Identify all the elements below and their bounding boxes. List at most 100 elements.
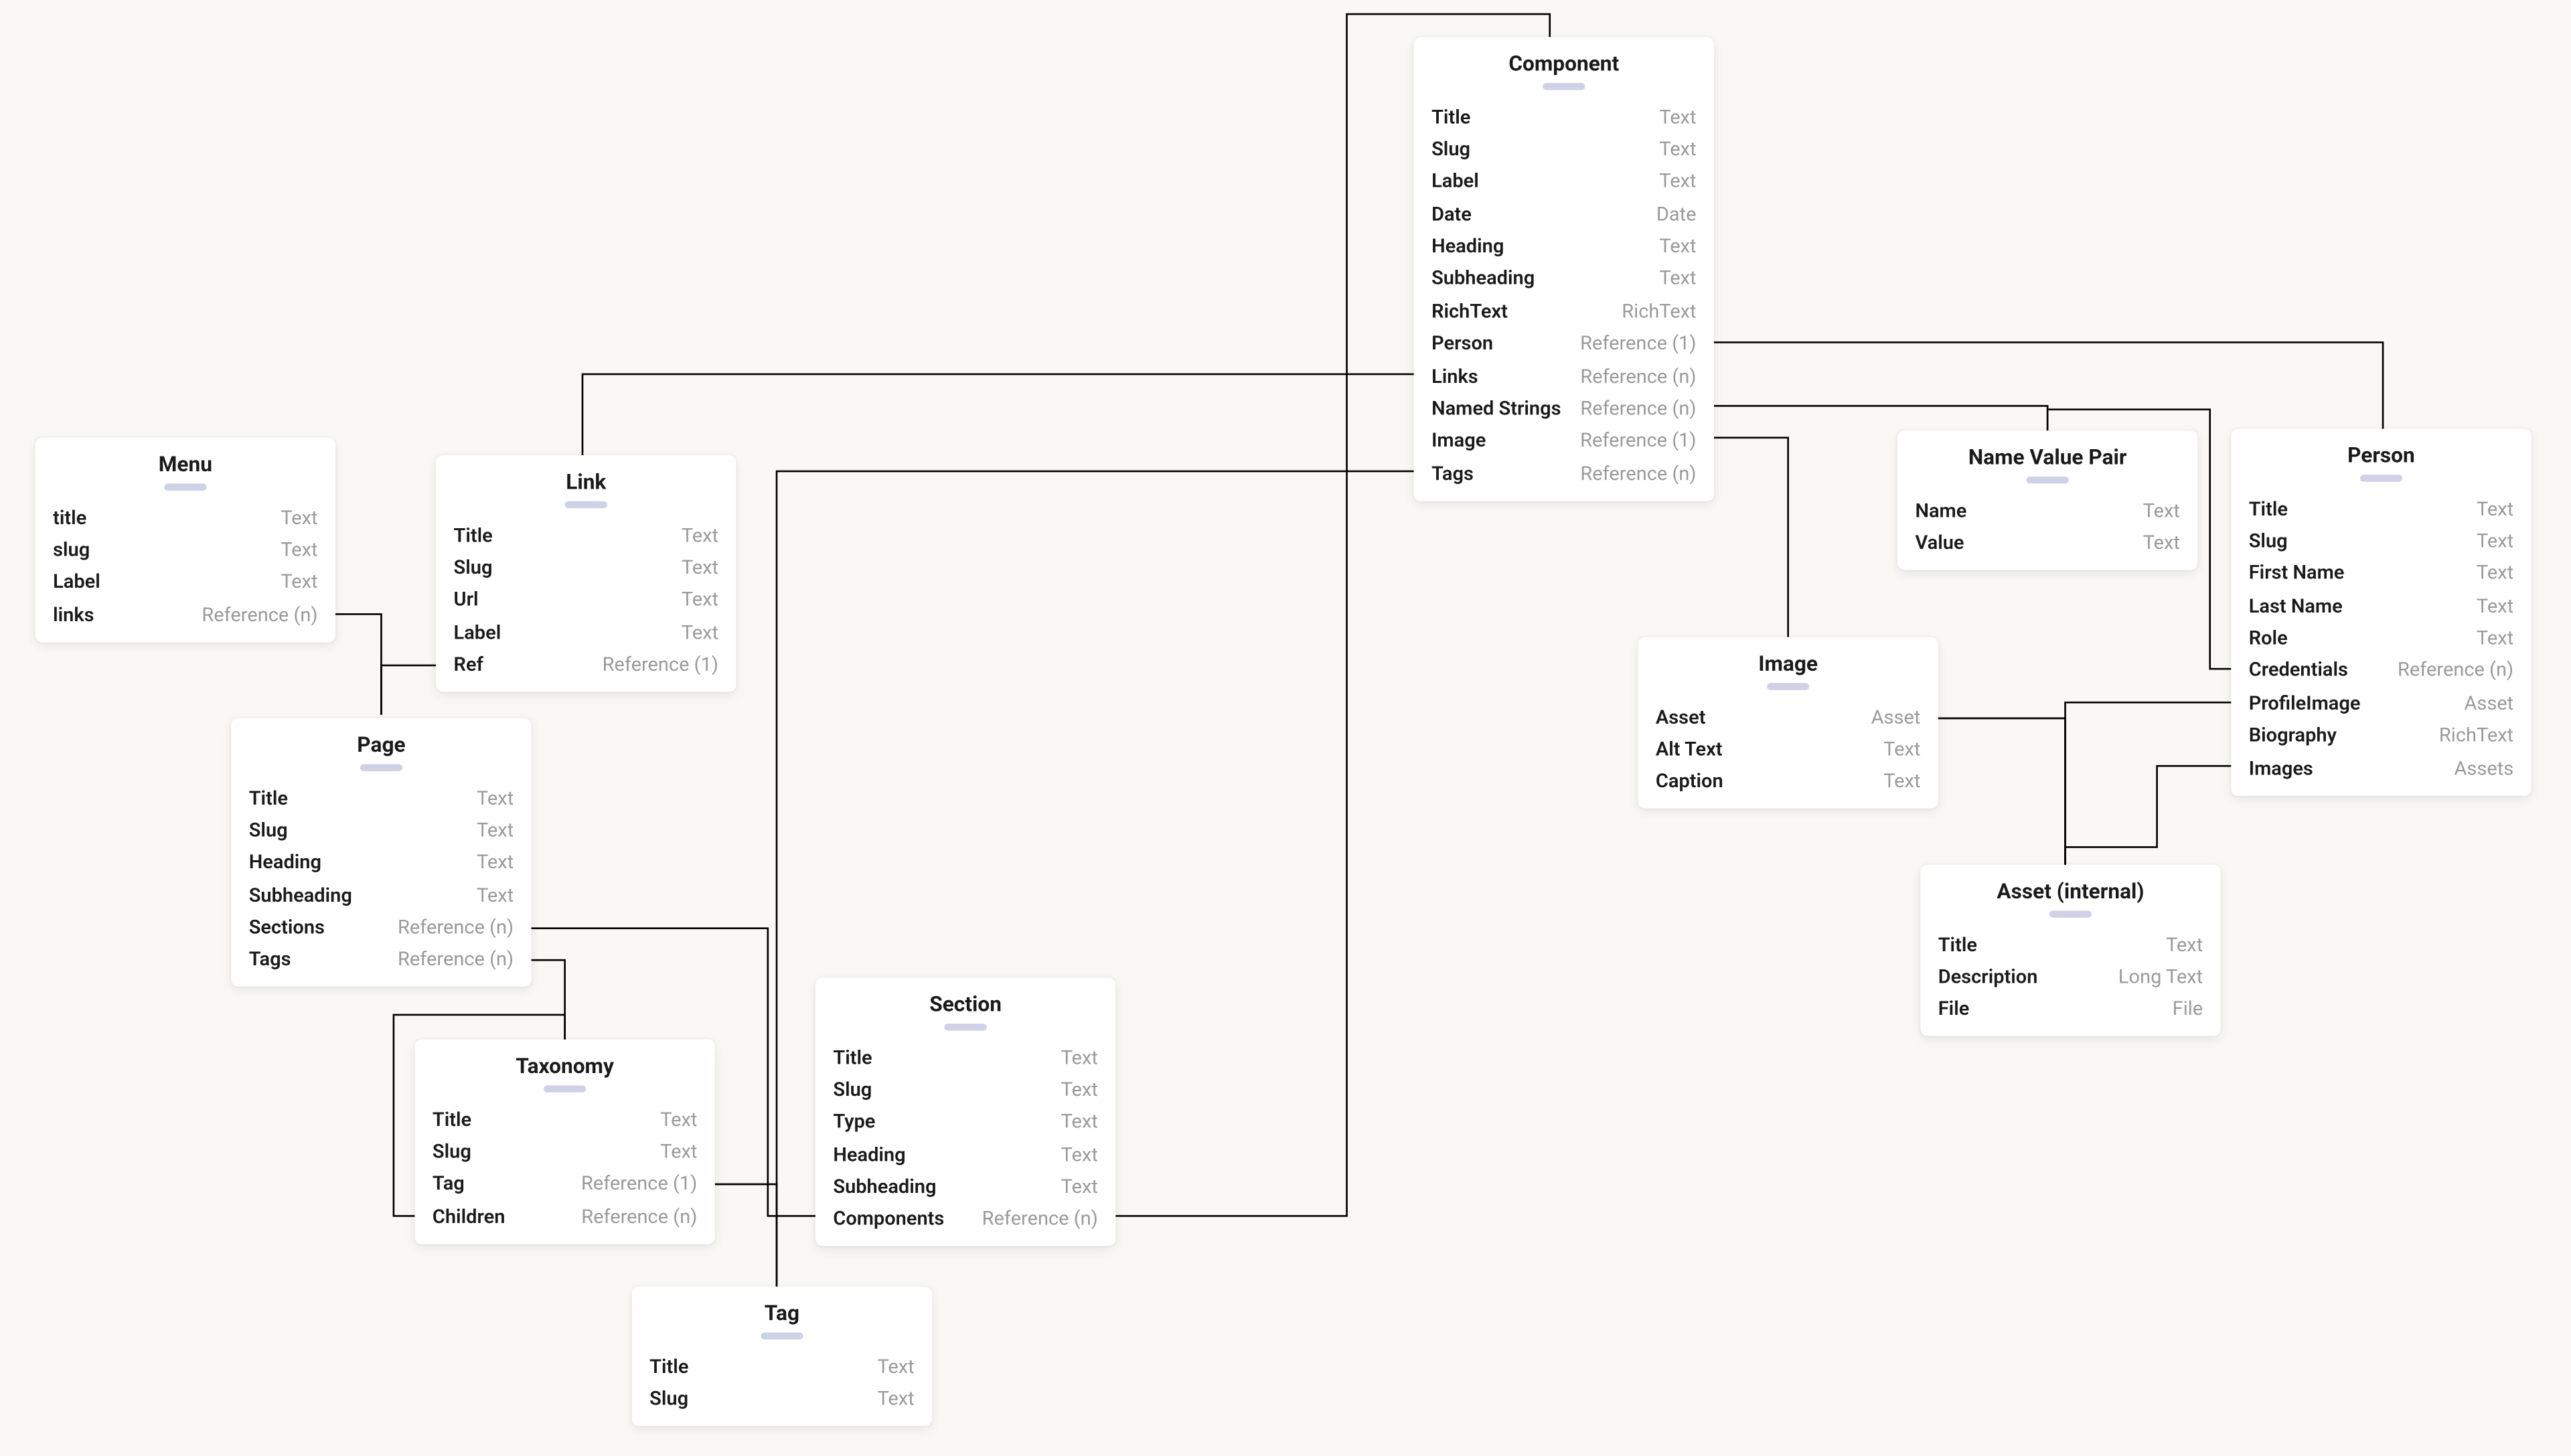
field-row[interactable]: SlugText	[415, 1135, 715, 1167]
field-type: Text	[1659, 136, 1696, 163]
field-row[interactable]: ProfileImageAsset	[2231, 687, 2531, 719]
field-row[interactable]: Alt TextText	[1638, 733, 1938, 765]
field-row[interactable]: SlugText	[1414, 133, 1714, 165]
drag-handle-icon[interactable]	[544, 1085, 586, 1093]
field-row[interactable]: SlugText	[436, 552, 736, 584]
field-row[interactable]: LabelText	[1414, 165, 1714, 197]
field-row[interactable]: AssetAsset	[1638, 701, 1938, 733]
field-row[interactable]: RefReference (1)	[436, 649, 736, 681]
field-row[interactable]: TitleText	[815, 1041, 1115, 1073]
field-type: Long Text	[2118, 963, 2203, 991]
field-row[interactable]: HeadingText	[815, 1139, 1115, 1171]
field-type: Text	[2143, 530, 2180, 557]
entity-asset[interactable]: Asset (internal)TitleTextDescriptionLong…	[1920, 865, 2220, 1036]
field-row[interactable]: CaptionText	[1638, 766, 1938, 798]
drag-handle-icon[interactable]	[761, 1332, 803, 1340]
field-row[interactable]: TitleText	[1414, 100, 1714, 133]
field-row[interactable]: TitleText	[415, 1103, 715, 1135]
field-row[interactable]: CredentialsReference (n)	[2231, 655, 2531, 687]
field-name: Image	[1431, 428, 1486, 455]
field-row[interactable]: TitleText	[632, 1350, 932, 1382]
field-name: Role	[2249, 625, 2288, 652]
field-row[interactable]: SubheadingText	[815, 1171, 1115, 1203]
field-row[interactable]: LabelText	[436, 617, 736, 649]
field-name: Last Name	[2249, 592, 2343, 620]
drag-handle-icon[interactable]	[944, 1024, 986, 1031]
field-row[interactable]: SectionsReference (n)	[231, 912, 531, 944]
field-row[interactable]: TagsReference (n)	[231, 944, 531, 976]
field-row[interactable]: ValueText	[1897, 527, 2197, 559]
field-name: Ref	[454, 651, 483, 679]
field-row[interactable]: LinksReference (n)	[1414, 360, 1714, 392]
field-name: title	[53, 504, 86, 532]
field-row[interactable]: ChildrenReference (n)	[415, 1200, 715, 1232]
field-row[interactable]: SlugText	[632, 1382, 932, 1414]
field-type: Reference (n)	[202, 601, 317, 629]
drag-handle-icon[interactable]	[565, 501, 607, 509]
field-row[interactable]: ImagesAssets	[2231, 752, 2531, 784]
field-row[interactable]: SlugText	[2231, 525, 2531, 557]
drag-handle-icon[interactable]	[2049, 910, 2092, 918]
edge-image-asset-asset	[1938, 718, 2066, 865]
field-row[interactable]: SlugText	[231, 814, 531, 846]
field-row[interactable]: First NameText	[2231, 558, 2531, 590]
entity-taxonomy[interactable]: TaxonomyTitleTextSlugTextTagReference (1…	[415, 1040, 715, 1244]
field-name: Slug	[433, 1138, 471, 1165]
field-row[interactable]: title Text	[35, 501, 335, 534]
field-row[interactable]: DescriptionLong Text	[1920, 961, 2220, 993]
field-row[interactable]: TypeText	[815, 1106, 1115, 1138]
field-row[interactable]: PersonReference (1)	[1414, 328, 1714, 360]
field-row[interactable]: UrlText	[436, 584, 736, 616]
field-type: Asset	[1871, 704, 1921, 731]
field-row[interactable]: Last Name Text	[2231, 590, 2531, 622]
field-row[interactable]: BiographyRichText	[2231, 720, 2531, 752]
field-row[interactable]: RichTextRichText	[1414, 295, 1714, 327]
field-row[interactable]: SubheadingText	[1414, 263, 1714, 295]
field-row[interactable]: linksReference (n)	[35, 598, 335, 631]
diagram-canvas[interactable]: MenutitleTextslugTextLabelTextlinksRefer…	[0, 0, 2568, 1456]
entity-person[interactable]: PersonTitleTextSlugTextFirst NameTextLas…	[2231, 429, 2531, 795]
drag-handle-icon[interactable]	[164, 483, 206, 491]
field-row[interactable]: TitleText	[436, 519, 736, 551]
entity-image[interactable]: ImageAssetAssetAlt TextTextCaptionText	[1638, 637, 1938, 809]
field-type: Reference (1)	[1580, 331, 1696, 358]
drag-handle-icon[interactable]	[2027, 477, 2069, 484]
entity-menu[interactable]: MenutitleTextslugTextLabelTextlinksRefer…	[35, 438, 335, 642]
field-row[interactable]: TitleText	[2231, 493, 2531, 525]
field-type: Reference (n)	[1580, 461, 1696, 488]
field-row[interactable]: FileFile	[1920, 993, 2220, 1026]
field-row[interactable]: TagsReference (n)	[1414, 458, 1714, 490]
field-row[interactable]: ComponentsReference (n)	[815, 1204, 1115, 1236]
field-row[interactable]: Named StringsReference (n)	[1414, 393, 1714, 425]
field-row[interactable]: HeadingText	[1414, 230, 1714, 262]
drag-handle-icon[interactable]	[360, 764, 402, 772]
field-row[interactable]: slugText	[35, 534, 335, 566]
field-row[interactable]: NameText	[1897, 494, 2197, 526]
entity-link[interactable]: Link TitleTextSlugTextUrlTextLabelTextRef…	[436, 455, 736, 692]
entity-page[interactable]: PageTitleTextSlugTextHeadingTextSubheadi…	[231, 718, 531, 987]
field-row[interactable]: HeadingText	[231, 847, 531, 879]
field-row[interactable]: SubheadingText	[231, 879, 531, 911]
field-row[interactable]: TitleText	[1920, 928, 2220, 961]
field-row[interactable]: TagReference (1)	[415, 1168, 715, 1200]
entity-tag[interactable]: TagTitleTextSlugText	[632, 1287, 932, 1426]
field-row[interactable]: DateDate	[1414, 198, 1714, 230]
field-name: Title	[833, 1044, 872, 1071]
field-name: Slug	[2249, 528, 2288, 555]
entity-nvp[interactable]: Name Value PairNameTextValueText	[1897, 430, 2197, 570]
field-row[interactable]: SlugText	[815, 1074, 1115, 1106]
field-row[interactable]: TitleText	[231, 782, 531, 814]
drag-handle-icon[interactable]	[2360, 475, 2402, 482]
drag-handle-icon[interactable]	[1543, 83, 1585, 90]
entity-component[interactable]: ComponentTitleTextSlugTextLabelTextDateD…	[1414, 37, 1714, 501]
entity-section[interactable]: SectionTitleTextSlugTextTypeTextHeadingT…	[815, 978, 1115, 1247]
drag-handle-icon[interactable]	[1767, 683, 1809, 690]
field-type: Text	[682, 521, 718, 549]
field-type: Reference (n)	[982, 1206, 1098, 1234]
field-row[interactable]: RoleText	[2231, 622, 2531, 654]
field-type: Text	[281, 504, 317, 532]
entity-title: Link	[436, 455, 736, 497]
field-row[interactable]: LabelText	[35, 566, 335, 598]
field-type: Text	[2477, 592, 2513, 620]
field-row[interactable]: ImageReference (1)	[1414, 425, 1714, 457]
